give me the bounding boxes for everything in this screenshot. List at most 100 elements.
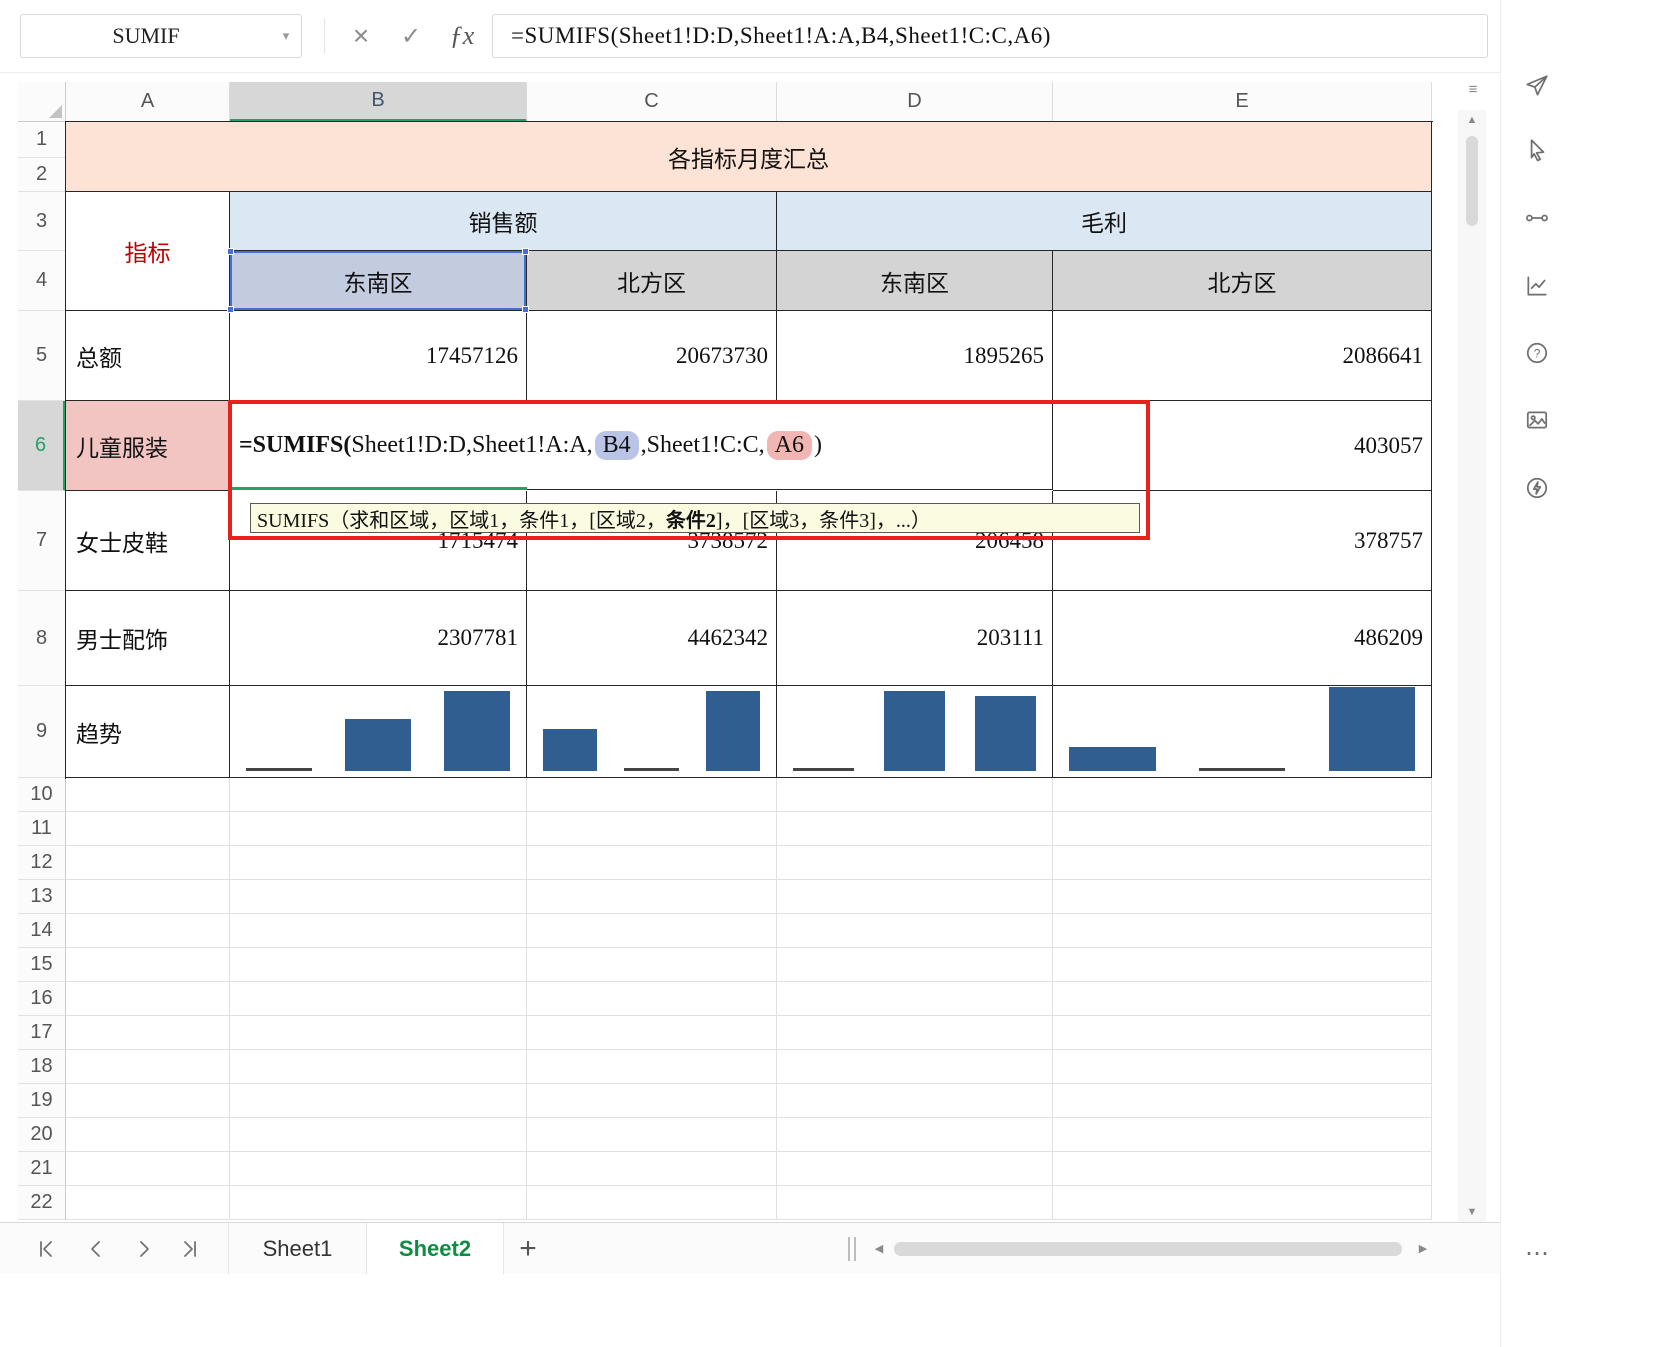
cell-E5[interactable]: 2086641 [1053, 311, 1432, 401]
vertical-scrollbar[interactable]: ▲ ▼ [1458, 110, 1486, 1222]
gridline [66, 1185, 1432, 1186]
row-header-10[interactable]: 10 [18, 778, 66, 812]
column-header-B[interactable]: B [230, 82, 527, 122]
previous-sheet-button[interactable] [76, 1229, 116, 1269]
row-header-11[interactable]: 11 [18, 812, 66, 846]
cell-editor-B6[interactable]: =SUMIFS( Sheet1!D:D,Sheet1!A:A, B4 ,Shee… [231, 402, 1053, 490]
row-header-5[interactable]: 5 [18, 311, 66, 401]
cell-C8[interactable]: 4462342 [527, 591, 777, 686]
cell-group-sales[interactable]: 销售额 [230, 192, 777, 251]
cell-title[interactable]: 各指标月度汇总 [66, 122, 1432, 192]
column-header-C[interactable]: C [527, 82, 777, 122]
selection-handle [227, 248, 234, 255]
cell-E6[interactable]: 403057 [1053, 401, 1432, 491]
smart-image-icon[interactable] [1517, 400, 1557, 440]
row-header-16[interactable]: 16 [18, 982, 66, 1016]
row-header-21[interactable]: 21 [18, 1152, 66, 1186]
help-icon[interactable]: ? [1517, 333, 1557, 373]
horizontal-scrollbar[interactable]: ◀ ▶ [868, 1223, 1434, 1274]
cell-A6-referenced[interactable]: 儿童服装 [66, 401, 230, 491]
cell-group-profit[interactable]: 毛利 [777, 192, 1432, 251]
insert-function-button[interactable]: ƒx [438, 14, 486, 58]
formula-segment: ) [814, 432, 823, 458]
cell-C4[interactable]: 北方区 [527, 251, 777, 311]
cell-B5[interactable]: 17457126 [230, 311, 527, 401]
cell-A5[interactable]: 总额 [66, 311, 230, 401]
tab-area-resize-handle[interactable] [848, 1237, 860, 1261]
cell-D4[interactable]: 东南区 [777, 251, 1053, 311]
name-box-caret-icon[interactable]: ▾ [271, 28, 301, 44]
cell-A7[interactable]: 女士皮鞋 [66, 491, 230, 591]
cell-A8[interactable]: 男士配饰 [66, 591, 230, 686]
column-header-D[interactable]: D [777, 82, 1053, 122]
row-header-19[interactable]: 19 [18, 1084, 66, 1118]
row-header-14[interactable]: 14 [18, 914, 66, 948]
column-header-E[interactable]: E [1053, 82, 1432, 122]
cell-E9-sparkline[interactable] [1053, 686, 1432, 778]
formula-ref-A6: A6 [766, 431, 813, 460]
last-sheet-button[interactable] [170, 1229, 210, 1269]
gridline [66, 845, 1432, 846]
cell-A9[interactable]: 趋势 [66, 686, 230, 778]
scroll-left-icon[interactable]: ◀ [870, 1240, 888, 1258]
cell-B4-referenced[interactable]: 东南区 [227, 248, 529, 313]
row-header-3[interactable]: 3 [18, 192, 66, 251]
row-header-20[interactable]: 20 [18, 1118, 66, 1152]
next-sheet-button[interactable] [124, 1229, 164, 1269]
scroll-down-icon[interactable]: ▼ [1458, 1202, 1486, 1222]
sparkline-bar [1198, 768, 1286, 771]
row-header-18[interactable]: 18 [18, 1050, 66, 1084]
row-header-7[interactable]: 7 [18, 491, 66, 591]
select-all-corner[interactable] [18, 82, 66, 122]
add-sheet-button[interactable]: + [508, 1223, 548, 1274]
sparkline-bar [1069, 747, 1156, 771]
confirm-button[interactable]: ✓ [388, 14, 434, 58]
select-cursor-icon[interactable] [1517, 130, 1557, 170]
row-header-1[interactable]: 1 [18, 122, 66, 158]
scroll-right-icon[interactable]: ▶ [1414, 1240, 1432, 1258]
row-header-17[interactable]: 17 [18, 1016, 66, 1050]
share-icon[interactable] [1517, 66, 1557, 106]
tab-sheet1[interactable]: Sheet1 [228, 1223, 366, 1274]
energy-icon[interactable] [1517, 468, 1557, 508]
row-header-9[interactable]: 9 [18, 686, 66, 778]
row-header-22[interactable]: 22 [18, 1186, 66, 1220]
vertical-scrollbar-thumb[interactable] [1466, 136, 1478, 226]
formula-segment: ,Sheet1!C:C, [640, 432, 765, 458]
connector-icon[interactable] [1517, 198, 1557, 238]
cell-indicator-header[interactable]: 指标 [66, 192, 230, 311]
cell-D5[interactable]: 1895265 [777, 311, 1053, 401]
cell-C9-sparkline[interactable] [527, 686, 777, 778]
row-header-12[interactable]: 12 [18, 846, 66, 880]
cell-B9-sparkline[interactable] [230, 686, 527, 778]
cell-C5[interactable]: 20673730 [527, 311, 777, 401]
sparkline-bar [345, 719, 411, 771]
gridline [66, 1049, 1432, 1050]
cancel-button[interactable]: × [338, 14, 384, 58]
chart-analysis-icon[interactable] [1517, 266, 1557, 306]
cell-D8[interactable]: 203111 [777, 591, 1053, 686]
row-header-8[interactable]: 8 [18, 591, 66, 686]
more-options-icon[interactable]: ⋯ [1517, 1233, 1557, 1273]
row-header-6[interactable]: 6 [18, 401, 66, 491]
scroll-up-icon[interactable]: ▲ [1458, 110, 1486, 130]
formula-input[interactable]: =SUMIFS(Sheet1!D:D,Sheet1!A:A,B4,Sheet1!… [492, 14, 1488, 58]
gridline [66, 981, 1432, 982]
sparkline-B [230, 686, 526, 777]
column-header-A[interactable]: A [66, 82, 230, 122]
cell-D9-sparkline[interactable] [777, 686, 1053, 778]
row-header-13[interactable]: 13 [18, 880, 66, 914]
gridline [66, 811, 1432, 812]
first-sheet-button[interactable] [26, 1229, 66, 1269]
cell-E4[interactable]: 北方区 [1053, 251, 1432, 311]
row-header-2[interactable]: 2 [18, 158, 66, 192]
row-header-15[interactable]: 15 [18, 948, 66, 982]
horizontal-scrollbar-thumb[interactable] [894, 1242, 1402, 1256]
tab-sheet2-active[interactable]: Sheet2 [366, 1223, 504, 1274]
formula-bar-divider [324, 18, 325, 54]
formula-bar-toggle-icon[interactable]: ≡ [1460, 78, 1486, 102]
row-header-4[interactable]: 4 [18, 251, 66, 311]
name-box[interactable]: SUMIF ▾ [20, 14, 302, 58]
cell-E8[interactable]: 486209 [1053, 591, 1432, 686]
cell-B8[interactable]: 2307781 [230, 591, 527, 686]
